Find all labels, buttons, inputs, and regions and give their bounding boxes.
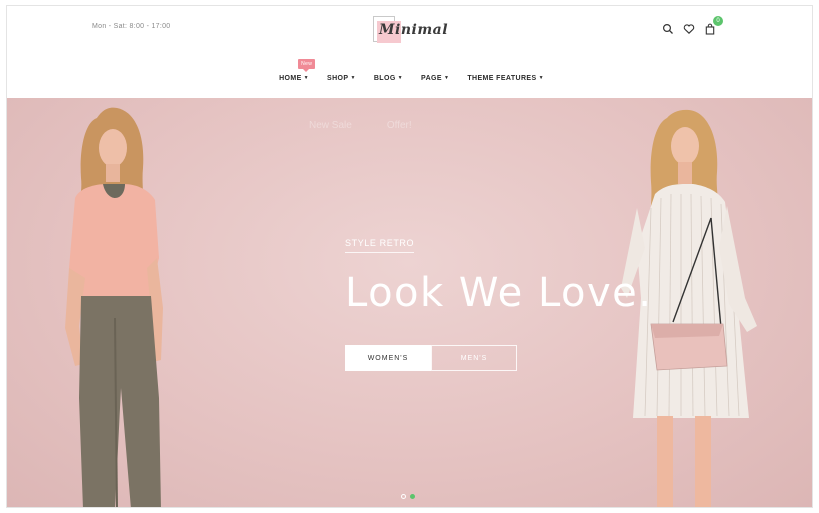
nav-item-label: THEME FEATURES [467,74,537,82]
cart-count-badge: 0 [713,16,723,26]
logo-text: Minimal [379,22,449,38]
nav-item-page[interactable]: PAGE ▼ [421,73,449,82]
page-frame: Mon - Sat: 8:00 - 17:00 Minimal 0 New HO… [6,5,813,508]
store-hours: Mon - Sat: 8:00 - 17:00 [92,23,171,30]
bag-icon[interactable]: 0 [704,16,723,35]
nav-item-label: SHOP [327,74,349,82]
search-icon[interactable] [662,22,674,34]
slider-dots [401,494,415,499]
nav-item-label: PAGE [421,74,442,82]
nav-item-label: HOME [279,74,302,82]
header-icons: 0 [662,16,723,36]
nav-item-label: BLOG [373,74,396,82]
slider-dot-active[interactable] [410,494,415,499]
ghost-tab: Offer! [386,120,412,131]
ghost-tabs: New Sale Offer! [309,120,412,131]
hero-slider[interactable]: New Sale Offer! STYLE RETRO Look We Love… [7,98,812,507]
chevron-down-icon: ▼ [303,75,310,81]
chevron-down-icon: ▼ [538,75,544,81]
nav-item-blog[interactable]: BLOG ▼ [374,73,403,82]
womens-button[interactable]: WOMEN'S [345,345,431,371]
nav-item-home[interactable]: New HOME ▼ [279,58,316,82]
top-bar: Mon - Sat: 8:00 - 17:00 Minimal 0 [7,6,812,56]
heart-icon[interactable] [683,22,695,34]
chevron-down-icon: ▼ [350,75,356,81]
mens-button[interactable]: MEN'S [431,345,517,371]
left-model-image [65,107,163,507]
hero-eyebrow: STYLE RETRO [345,238,415,253]
ghost-tab: New Sale [309,120,352,131]
site-logo[interactable]: Minimal [369,12,448,48]
hero-buttons: WOMEN'S MEN'S [345,345,517,371]
chevron-down-icon: ▼ [443,75,450,81]
hero-headline: Look We Love. [345,270,653,316]
new-badge: New [298,58,316,72]
slider-dot[interactable] [401,494,406,499]
nav-item-theme-features[interactable]: THEME FEATURES ▼ [467,73,544,82]
chevron-down-icon: ▼ [397,75,404,81]
main-nav: New HOME ▼ SHOP ▼ BLOG ▼ PAGE ▼ THEME FE… [7,56,812,98]
nav-item-shop[interactable]: SHOP ▼ [327,73,356,82]
